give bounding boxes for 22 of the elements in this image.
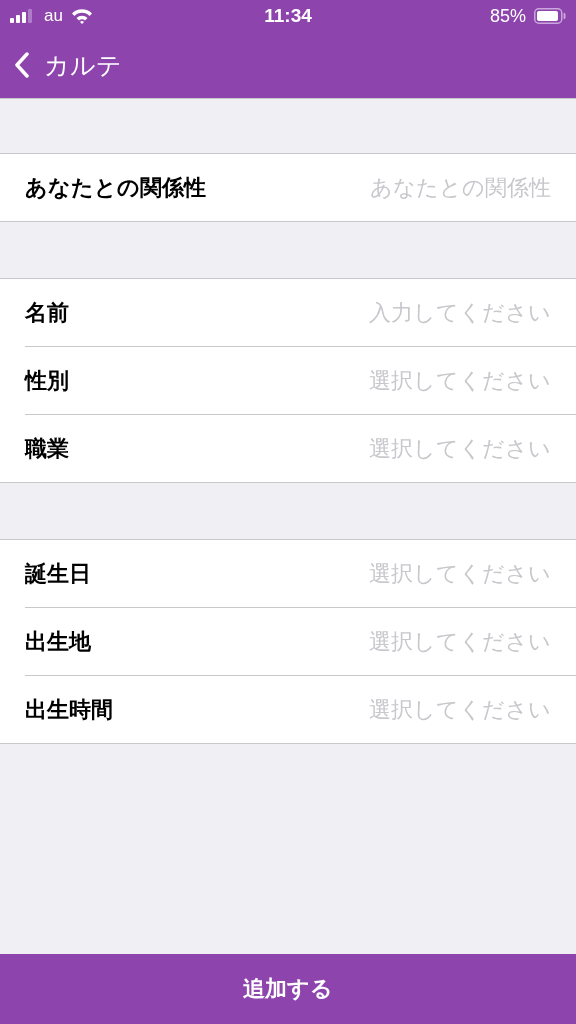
row-label: 誕生日 xyxy=(25,559,91,588)
wifi-icon xyxy=(70,8,93,24)
row-label: 職業 xyxy=(25,434,69,463)
input-field[interactable]: 選択してください xyxy=(291,625,551,658)
input-field[interactable]: 入力してください xyxy=(291,296,551,329)
input-field[interactable]: 選択してください xyxy=(291,432,551,465)
input-field[interactable]: あなたとの関係性 xyxy=(291,171,551,204)
battery-percent: 85% xyxy=(489,5,526,27)
carrier-name: au xyxy=(44,6,63,26)
input-field[interactable]: 選択してください xyxy=(291,693,551,726)
add-button[interactable]: 追加する xyxy=(0,954,576,1024)
row-label: 出生地 xyxy=(25,627,91,656)
input-field[interactable]: 選択してください xyxy=(291,557,551,590)
row-label: 名前 xyxy=(25,298,69,327)
clock-time: 11:34 xyxy=(264,5,312,27)
row-label: 性別 xyxy=(25,366,69,395)
battery-icon xyxy=(534,8,566,24)
back-button[interactable]: カルテ xyxy=(0,40,122,90)
input-field[interactable]: 選択してください xyxy=(291,364,551,397)
row-label: 出生時間 xyxy=(25,695,113,724)
chevron-left-icon xyxy=(14,52,30,78)
row-label: あなたとの関係性 xyxy=(25,173,206,202)
